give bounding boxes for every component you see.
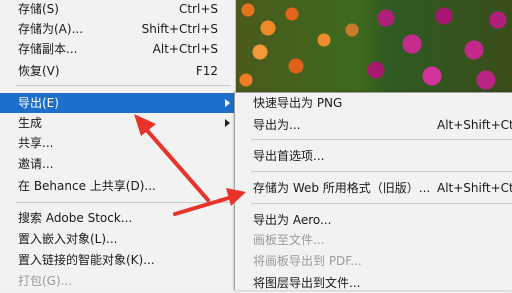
menu-item-search-adobe-stock[interactable]: 搜索 Adobe Stock... xyxy=(0,208,235,228)
submenu-item-layers-to-files[interactable]: 将图层导出到文件... xyxy=(235,273,512,293)
menu-item-place-linked[interactable]: 置入链接的智能对象(K)... xyxy=(0,250,235,270)
menu-separator xyxy=(251,139,512,140)
submenu-item-export-as[interactable]: 导出为... Alt+Shift+Ctr xyxy=(235,115,512,135)
menu-separator xyxy=(251,203,512,204)
menu-item-save-as[interactable]: 存储为(A)... Shift+Ctrl+S xyxy=(0,19,235,39)
menu-item-save[interactable]: 存储(S) Ctrl+S xyxy=(0,0,235,19)
menu-item-package[interactable]: 打包(G)... xyxy=(0,271,235,291)
menu-separator xyxy=(16,85,231,86)
menu-item-generate[interactable]: 生成 xyxy=(0,113,235,133)
menu-item-place-embedded[interactable]: 置入嵌入对象(L)... xyxy=(0,229,235,249)
submenu-item-export-aero[interactable]: 导出为 Aero... xyxy=(235,210,512,230)
menu-item-share-behance[interactable]: 在 Behance 上共享(D)... xyxy=(0,176,235,196)
menu-item-save-copy[interactable]: 存储副本... Alt+Ctrl+S xyxy=(0,39,235,59)
menu-item-export[interactable]: 导出(E) xyxy=(0,93,235,113)
submenu-item-quick-export-png[interactable]: 快速导出为 PNG xyxy=(235,93,512,113)
menu-item-invite[interactable]: 邀请... xyxy=(0,154,235,174)
submenu-arrow-icon xyxy=(225,99,230,107)
submenu-arrow-icon xyxy=(225,119,230,127)
menu-separator xyxy=(251,171,512,172)
file-menu: 存储(S) Ctrl+S 存储为(A)... Shift+Ctrl+S 存储副本… xyxy=(0,0,236,290)
export-submenu: 快速导出为 PNG 导出为... Alt+Shift+Ctr 导出首选项... … xyxy=(234,92,512,290)
submenu-item-artboards-to-files[interactable]: 画板至文件... xyxy=(235,230,512,250)
submenu-item-artboards-to-pdf[interactable]: 将画板导出到 PDF... xyxy=(235,251,512,271)
submenu-item-export-preferences[interactable]: 导出首选项... xyxy=(235,146,512,166)
background-photo-tulips xyxy=(236,0,512,92)
menu-separator xyxy=(16,202,231,203)
menu-item-revert[interactable]: 恢复(V) F12 xyxy=(0,61,235,81)
submenu-item-save-for-web[interactable]: 存储为 Web 所用格式（旧版）... Alt+Shift+Ctr xyxy=(235,178,512,198)
menu-item-share[interactable]: 共享... xyxy=(0,133,235,153)
